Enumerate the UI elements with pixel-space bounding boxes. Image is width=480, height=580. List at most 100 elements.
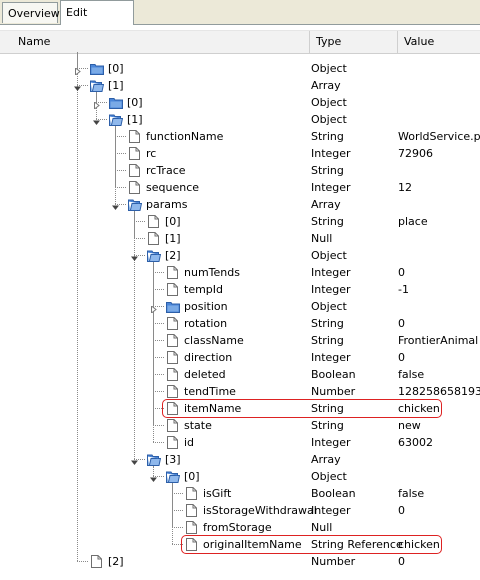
folder-icon	[166, 301, 180, 313]
node-value[interactable]: WorldService.per	[398, 128, 480, 145]
document-icon	[148, 232, 159, 245]
node-name: className	[184, 334, 244, 347]
document-icon	[167, 419, 178, 432]
node-name: direction	[184, 351, 233, 364]
tab-bar: Overview Edit Request	[0, 0, 480, 43]
node-type: Boolean	[311, 487, 356, 500]
node-type: Integer	[311, 147, 351, 160]
node-type: Boolean	[311, 368, 356, 381]
node-type: Integer	[311, 266, 351, 279]
node-type: Object	[311, 62, 347, 75]
folder-icon	[109, 97, 123, 109]
node-type: Integer	[311, 181, 351, 194]
column-header-type[interactable]: Type	[310, 31, 398, 53]
collapsed-arrow-icon[interactable]	[74, 65, 81, 77]
node-type: Number	[311, 555, 356, 568]
node-type: String	[311, 130, 344, 143]
node-value[interactable]	[398, 111, 480, 128]
node-type: Null	[311, 521, 333, 534]
node-value[interactable]	[398, 247, 480, 264]
node-value[interactable]	[398, 298, 480, 315]
node-value[interactable]: place	[398, 213, 480, 230]
node-value[interactable]: -1	[398, 281, 480, 298]
node-value[interactable]: new	[398, 417, 480, 434]
document-icon	[167, 436, 178, 449]
node-name: fromStorage	[203, 521, 272, 534]
node-value[interactable]: 0	[398, 264, 480, 281]
node-type: String	[311, 317, 344, 330]
document-icon	[186, 487, 197, 500]
document-icon	[167, 385, 178, 398]
expanded-arrow-icon[interactable]	[131, 456, 138, 465]
node-name: [1]	[108, 79, 124, 92]
node-value[interactable]	[398, 196, 480, 213]
node-type: Integer	[311, 436, 351, 449]
node-type: Object	[311, 96, 347, 109]
document-icon	[167, 317, 178, 330]
document-icon	[186, 504, 197, 517]
node-type: Array	[311, 79, 341, 92]
open-folder-icon	[109, 114, 124, 126]
node-value[interactable]	[398, 94, 480, 111]
node-value[interactable]: 0	[398, 315, 480, 332]
node-name: [2]	[108, 555, 124, 568]
open-folder-icon	[147, 454, 162, 466]
node-type: String	[311, 215, 344, 228]
document-icon	[186, 521, 197, 534]
node-value[interactable]	[398, 162, 480, 179]
node-value[interactable]	[398, 60, 480, 77]
node-name: position	[184, 300, 228, 313]
column-header-value[interactable]: Value	[398, 31, 480, 53]
node-value[interactable]	[398, 451, 480, 468]
node-value[interactable]: 0	[398, 349, 480, 366]
tab-edit-request[interactable]: Edit Request	[60, 0, 134, 43]
document-icon	[167, 266, 178, 279]
node-type: String	[311, 164, 344, 177]
node-value[interactable]: 12	[398, 179, 480, 196]
node-value[interactable]	[398, 468, 480, 485]
expanded-arrow-icon[interactable]	[112, 201, 119, 210]
node-value[interactable]	[398, 77, 480, 94]
node-value[interactable]	[398, 230, 480, 247]
node-name: isGift	[203, 487, 232, 500]
collapsed-arrow-icon[interactable]	[93, 99, 100, 111]
node-name: params	[146, 198, 188, 211]
document-icon	[167, 351, 178, 364]
node-name: rotation	[184, 317, 228, 330]
node-value[interactable]: 0	[398, 502, 480, 519]
node-name: [1]	[127, 113, 143, 126]
node-name: [0]	[108, 62, 124, 75]
expanded-arrow-icon[interactable]	[131, 252, 138, 261]
node-value[interactable]: 72906	[398, 145, 480, 162]
column-header-name[interactable]: Name	[12, 31, 310, 53]
node-value[interactable]: false	[398, 366, 480, 383]
open-folder-icon	[166, 471, 181, 483]
node-name: rc	[146, 147, 157, 160]
node-type: Integer	[311, 351, 351, 364]
node-name: [2]	[165, 249, 181, 262]
folder-icon	[90, 63, 104, 75]
node-name: rcTrace	[146, 164, 186, 177]
node-value[interactable]: false	[398, 485, 480, 502]
node-value[interactable]: 1282586581932	[398, 383, 480, 400]
document-icon	[148, 215, 159, 228]
expanded-arrow-icon[interactable]	[74, 82, 81, 91]
document-icon	[129, 181, 140, 194]
document-icon	[91, 555, 102, 568]
collapsed-arrow-icon[interactable]	[150, 303, 157, 315]
node-value[interactable]: FrontierAnimal	[398, 332, 480, 349]
node-type: Object	[311, 113, 347, 126]
node-type: Array	[311, 198, 341, 211]
node-type: Integer	[311, 504, 351, 517]
node-type: Null	[311, 232, 333, 245]
node-value[interactable]: 63002	[398, 434, 480, 451]
document-icon	[129, 164, 140, 177]
node-type: Array	[311, 453, 341, 466]
expanded-arrow-icon[interactable]	[150, 473, 157, 482]
document-icon	[167, 283, 178, 296]
expanded-arrow-icon[interactable]	[93, 116, 100, 125]
node-name: [1]	[165, 232, 181, 245]
tab-overview[interactable]: Overview	[2, 2, 60, 23]
node-value[interactable]: 0	[398, 553, 480, 570]
node-value[interactable]	[398, 519, 480, 536]
